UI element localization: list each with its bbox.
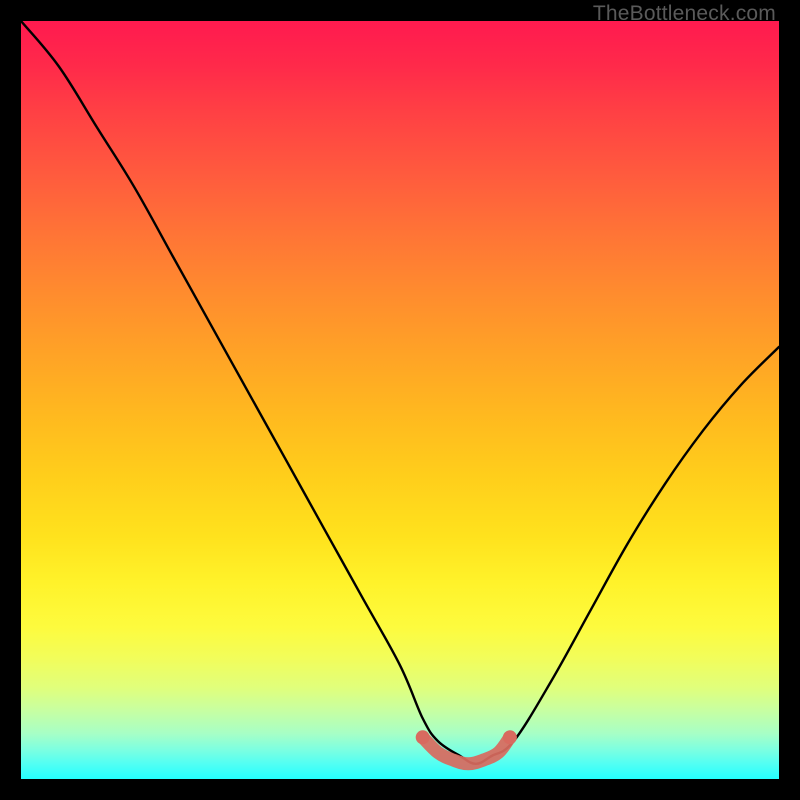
plateau-markers — [416, 730, 517, 764]
chart-frame: TheBottleneck.com — [0, 0, 800, 800]
curve-svg — [21, 21, 779, 779]
plateau-marker-stroke — [423, 737, 510, 764]
score-curve-path — [21, 21, 779, 764]
plot-area — [21, 21, 779, 779]
plateau-marker-start — [416, 730, 430, 744]
plateau-marker-end — [503, 730, 517, 744]
